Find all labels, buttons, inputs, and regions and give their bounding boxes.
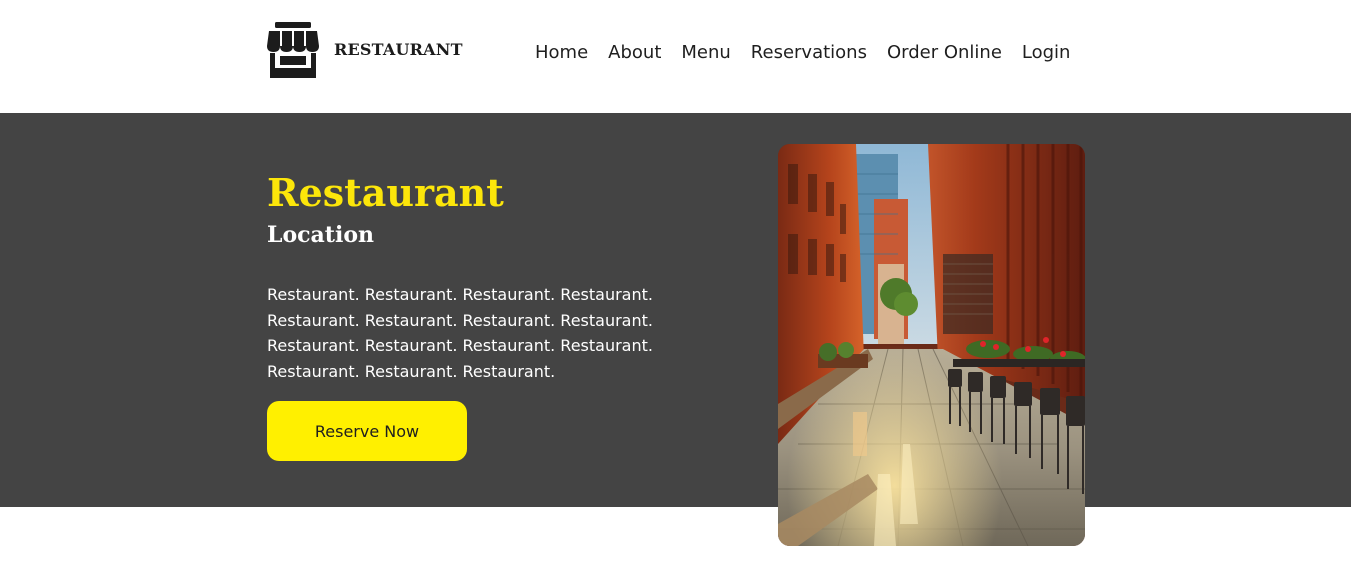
- hero-description: Restaurant. Restaurant. Restaurant. Rest…: [267, 285, 653, 381]
- reserve-now-button[interactable]: Reserve Now: [267, 401, 467, 461]
- hero-section: Restaurant Location Restaurant. Restaura…: [0, 113, 1351, 507]
- nav-home[interactable]: Home: [535, 40, 588, 66]
- storefront-icon: [267, 22, 319, 78]
- nav-about[interactable]: About: [608, 40, 661, 66]
- nav-menu[interactable]: Menu: [681, 40, 730, 66]
- hero-subtitle: Location: [267, 222, 374, 248]
- nav-order-online[interactable]: Order Online: [887, 40, 1002, 66]
- nav-reservations[interactable]: Reservations: [751, 40, 867, 66]
- restaurant-alley-photo: [778, 144, 1085, 546]
- brand-logo[interactable]: RESTAURANT: [267, 22, 462, 78]
- site-header: RESTAURANT Home About Menu Reservations …: [0, 0, 1351, 113]
- main-nav: Home About Menu Reservations Order Onlin…: [535, 40, 1070, 66]
- brand-name: RESTAURANT: [334, 40, 463, 59]
- nav-login[interactable]: Login: [1022, 40, 1071, 66]
- hero-title: Restaurant: [267, 170, 504, 215]
